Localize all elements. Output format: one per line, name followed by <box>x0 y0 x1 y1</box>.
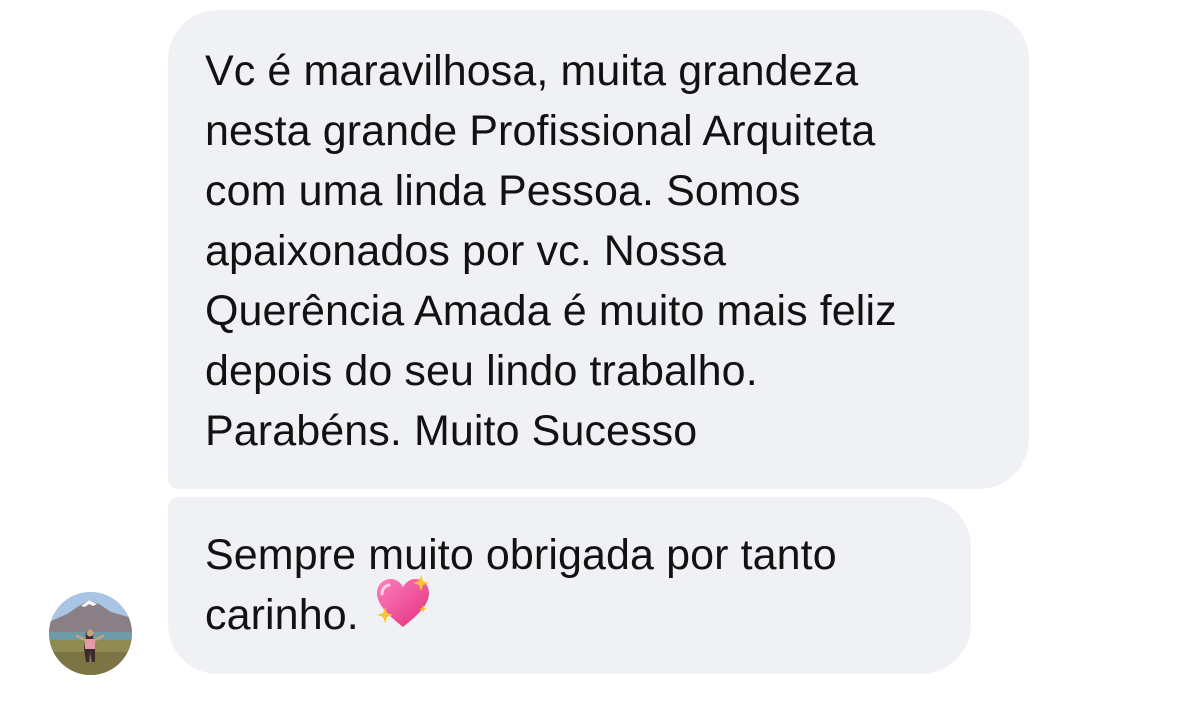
message-text-line: apaixonados por vc. Nossa <box>205 227 727 275</box>
sparkling-heart-icon <box>373 574 431 647</box>
message-text: carinho. <box>205 591 359 639</box>
message-text-line: depois do seu lindo trabalho. <box>205 347 758 395</box>
user-avatar-photo <box>49 592 132 675</box>
message-bubble[interactable]: Vc é maravilhosa, muita grandeza nesta g… <box>168 10 1029 489</box>
message-text-line: nesta grande Profissional Arquiteta <box>205 107 876 155</box>
message-text-line: Parabéns. Muito Sucesso <box>205 407 698 455</box>
message-text-line: Sempre muito obrigada por tanto <box>205 531 837 579</box>
message-thread: Vc é maravilhosa, muita grandeza nesta g… <box>0 0 1179 703</box>
message-text-line-with-emoji: carinho. <box>205 574 951 647</box>
message-bubble[interactable]: Sempre muito obrigada por tanto carinho. <box>168 497 971 674</box>
message-text-line: com uma linda Pessoa. Somos <box>205 167 801 215</box>
message-text-line: Vc é maravilhosa, muita grandeza <box>205 47 859 95</box>
avatar[interactable] <box>49 592 132 675</box>
message-text-line: Querência Amada é muito mais feliz <box>205 287 897 335</box>
